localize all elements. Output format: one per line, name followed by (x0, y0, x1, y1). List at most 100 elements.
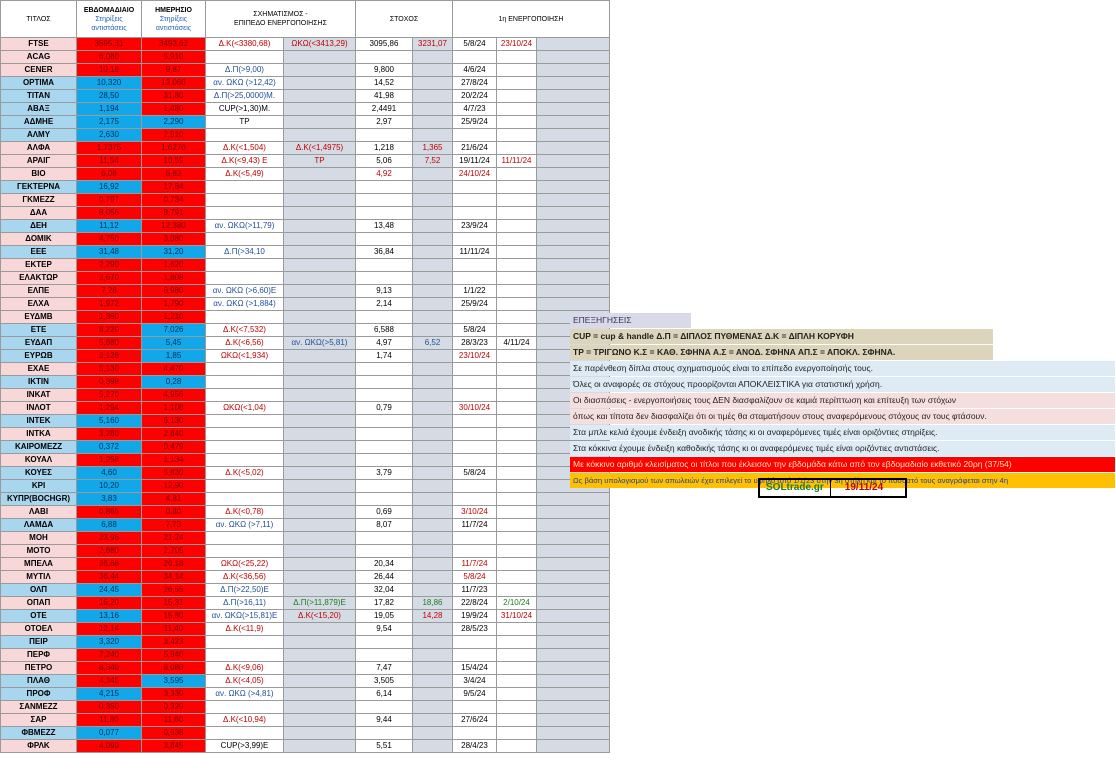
cell-empty (536, 128, 610, 142)
cell-ticker: ΑΒΑΞ (0, 102, 77, 116)
cell-pattern-2 (283, 219, 356, 233)
cell-weekly: 24,45 (76, 583, 142, 597)
cell-weekly: 0,398 (76, 375, 142, 389)
cell-target-2: 14,28 (412, 609, 453, 623)
header-pattern: ΣΧΗΜΑΤΙΣΜΟΣ - ΕΠΙΠΕΔΟ ΕΝΕΡΓΟΠΟΙΗΣΗΣ (205, 0, 356, 38)
cell-ticker: ΕΧΑΕ (0, 362, 77, 376)
cell-weekly: 5,880 (76, 336, 142, 350)
cell-activation-2 (496, 310, 537, 324)
cell-target-1 (355, 427, 413, 441)
cell-pattern-2: Δ.Κ(<1,4975) (283, 141, 356, 155)
cell-ticker: OPTIMA (0, 76, 77, 90)
table-row: ΚΟΥΕΣ 4,60 5,830 Δ.Κ(<5,02) 3,79 5/8/24 (0, 466, 610, 480)
cell-activation-2 (496, 739, 537, 753)
cell-pattern-1: ΩΚΩ(<1,04) (205, 401, 284, 415)
cell-daily: 15,31 (141, 596, 206, 610)
cell-ticker: ΓΕΚΤΕΡΝΑ (0, 180, 77, 194)
cell-weekly: 1,360 (76, 310, 142, 324)
cell-activation-1 (452, 258, 497, 272)
cell-pattern-2: Δ.Κ(<15,20) (283, 609, 356, 623)
cell-daily: 3,845 (141, 739, 206, 753)
cell-target-2 (412, 232, 453, 246)
cell-activation-1: 11/7/24 (452, 557, 497, 571)
cell-weekly: 0,350 (76, 700, 142, 714)
cell-activation-1 (452, 375, 497, 389)
table-row: ΚΟΥΑΛ 1,258 1,134 (0, 453, 610, 467)
cell-ticker: CENER (0, 63, 77, 77)
cell-daily: 3,423 (141, 635, 206, 649)
cell-target-2 (412, 544, 453, 558)
notes-line-1: CUP = cup & handle Δ.Π = ΔΙΠΛΟΣ ΠΥΘΜΕΝΑΣ… (570, 329, 993, 344)
cell-pattern-1: αν. ΩΚΩ (>4,81) (205, 687, 284, 701)
cell-pattern-1: TP (205, 115, 284, 129)
cell-empty (536, 89, 610, 103)
cell-target-2 (412, 89, 453, 103)
cell-pattern-1 (205, 726, 284, 740)
cell-activation-2 (496, 531, 537, 545)
cell-daily: 31,80 (141, 89, 206, 103)
cell-ticker: INKAT (0, 388, 77, 402)
cell-activation-2 (496, 635, 537, 649)
cell-empty (536, 492, 610, 506)
cell-daily: 1,620 (141, 258, 206, 272)
cell-activation-1 (452, 700, 497, 714)
cell-daily: 5,910 (141, 50, 206, 64)
cell-activation-1: 15/4/24 (452, 661, 497, 675)
cell-target-2 (412, 583, 453, 597)
header-pattern-line1: ΣΧΗΜΑΤΙΣΜΟΣ - (253, 11, 308, 18)
table-row: ΠΕΤΡΟ 8,340 8,080 Δ.Κ(<9,06) 7,47 15/4/24 (0, 661, 610, 675)
cell-pattern-2 (283, 492, 356, 506)
cell-activation-1 (452, 544, 497, 558)
cell-target-1: 41,98 (355, 89, 413, 103)
table-row: ACAG 6,080 5,910 (0, 50, 610, 64)
header-daily-label: ΗΜΕΡΗΣΙΟ (155, 6, 192, 14)
table-row: ΕΛΑΚΤΩΡ 2,670 1,808 (0, 271, 610, 285)
cell-target-2 (412, 128, 453, 142)
cell-pattern-2 (283, 622, 356, 636)
cell-weekly: 2,175 (76, 115, 142, 129)
cell-activation-2 (496, 297, 537, 311)
cell-ticker: ΟΛΠ (0, 583, 77, 597)
cell-weekly: 7,28 (76, 284, 142, 298)
cell-activation-2 (496, 89, 537, 103)
cell-pattern-1: Δ.Κ(<0,78) (205, 505, 284, 519)
cell-pattern-1: αν. ΩΚΩ (>7,11) (205, 518, 284, 532)
cell-pattern-2 (283, 258, 356, 272)
cell-ticker: ΕΕΕ (0, 245, 77, 259)
cell-target-2 (412, 570, 453, 584)
cell-activation-2 (496, 544, 537, 558)
cell-ticker: ΠΛΑΘ (0, 674, 77, 688)
notes-line-9: Με κόκκινο αριθμό κλεισίματος οι τίτλοι … (570, 457, 1115, 472)
cell-pattern-1: Δ.Κ(<5,49) (205, 167, 284, 181)
cell-pattern-1: αν. ΩΚΩ (>1,884) (205, 297, 284, 311)
cell-activation-1 (452, 427, 497, 441)
cell-daily: 7,73 (141, 518, 206, 532)
cell-daily: 31,20 (141, 245, 206, 259)
cell-weekly: 31,48 (76, 245, 142, 259)
cell-activation-2 (496, 362, 537, 376)
cell-daily: 4,470 (141, 362, 206, 376)
cell-target-1: 13,48 (355, 219, 413, 233)
cell-daily: 5,82 (141, 167, 206, 181)
cell-activation-2 (496, 180, 537, 194)
table-row: ΕΥΔΜΒ 1,360 1,210 (0, 310, 610, 324)
cell-activation-2 (496, 63, 537, 77)
cell-activation-1: 4/7/23 (452, 102, 497, 116)
cell-daily: 1,134 (141, 453, 206, 467)
cell-daily: 3,080 (141, 232, 206, 246)
cell-daily: 15,80 (141, 609, 206, 623)
cell-daily: 0,80 (141, 505, 206, 519)
cell-pattern-2 (283, 401, 356, 415)
cell-activation-2 (496, 661, 537, 675)
cell-activation-2 (496, 50, 537, 64)
cell-empty (536, 661, 610, 675)
table-row: ΠΡΟΦ 4,215 3,330 αν. ΩΚΩ (>4,81) 6,14 9/5/24 (0, 687, 610, 701)
cell-ticker: ΦΡΛΚ (0, 739, 77, 753)
cell-pattern-2 (283, 739, 356, 753)
cell-target-2 (412, 401, 453, 415)
cell-pattern-1: Δ.Π(>16,11) (205, 596, 284, 610)
cell-empty (536, 713, 610, 727)
cell-pattern-2 (283, 180, 356, 194)
cell-weekly: 12,14 (76, 622, 142, 636)
cell-daily: 11,40 (141, 622, 206, 636)
